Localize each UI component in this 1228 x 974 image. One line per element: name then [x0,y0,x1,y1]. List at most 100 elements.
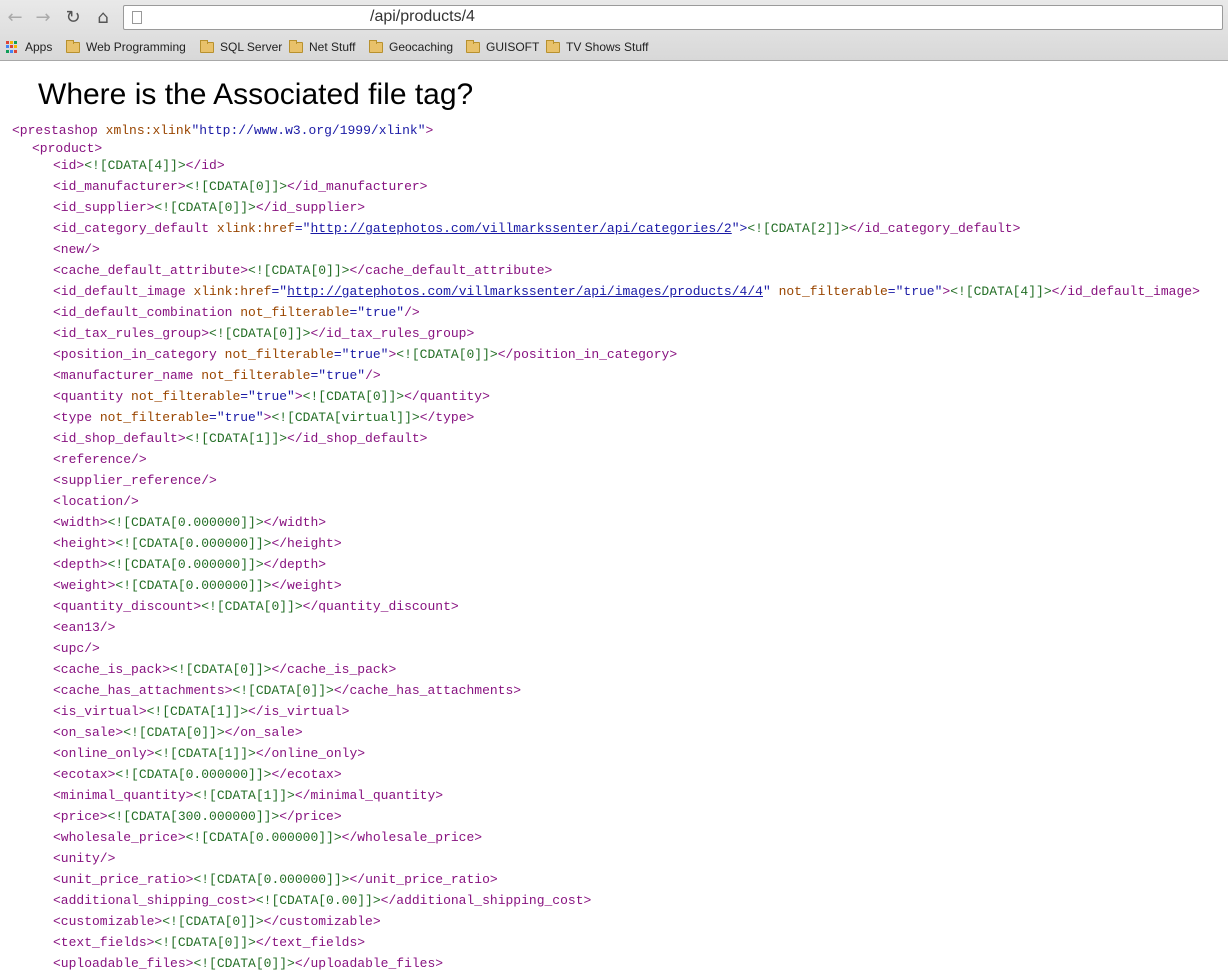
xml-cdata: <![CDATA[0]]> [162,914,264,929]
xml-pre: <weight> [53,578,116,593]
xml-cdata: <![CDATA[0.000000]]> [115,767,272,782]
xml-cdata: <![CDATA[0]]> [154,935,256,950]
xml-line: <width><![CDATA[0.000000]]></width> [53,512,326,533]
xml-post: </id_supplier> [255,200,366,215]
xml-val2: ="true" [209,410,264,425]
xml-line: <id_tax_rules_group><![CDATA[0]]></id_ta… [53,323,474,344]
reload-icon[interactable]: ↻ [62,6,84,28]
bookmark-1[interactable]: Web Programming [66,38,186,56]
xml-pre: <quantity [53,389,124,404]
xml-eq: =" [271,284,288,299]
redacted-host [150,9,364,25]
xml-pre: <cache_default_attribute> [53,263,249,278]
xml-eq: =" [294,221,311,236]
xml-line: <quantity_discount><![CDATA[0]]></quanti… [53,596,459,617]
xml-pre: <cache_has_attachments> [53,683,233,698]
xml-pre: <id_manufacturer> [53,179,186,194]
xml-line: <ecotax><![CDATA[0.000000]]></ecotax> [53,764,342,785]
xml-post: </cache_is_pack> [271,662,397,677]
home-icon[interactable]: ⌂ [92,6,114,28]
xml-pre: <ean13/> [53,620,116,635]
xml-pre: <is_virtual> [53,704,147,719]
xml-pre: <on_sale> [53,725,124,740]
xml-line: <cache_has_attachments><![CDATA[0]]></ca… [53,680,521,701]
xml-pre: <price> [53,809,108,824]
folder-icon [289,39,303,53]
xml-post: </wholesale_price> [341,830,483,845]
apps-grid-icon [6,40,19,54]
xml-line: <id_manufacturer><![CDATA[0]]></id_manuf… [53,176,427,197]
xml-line: <wholesale_price><![CDATA[0.000000]]></w… [53,827,482,848]
forward-arrow-icon[interactable]: → [32,6,54,28]
xml-line: <uploadable_files><![CDATA[0]]></uploada… [53,953,443,974]
xml-line: <id_shop_default><![CDATA[1]]></id_shop_… [53,428,427,449]
xml-eq2: "> [731,221,748,236]
xml-post: </online_only> [255,746,366,761]
xml-line: <reference/> [53,449,147,470]
xml-cdata: <![CDATA[0]]> [123,725,225,740]
xml-line: <id><![CDATA[4]]></id> [53,155,225,176]
xml-pre: <cache_is_pack> [53,662,171,677]
xml-post: </depth> [263,557,327,572]
address-bar[interactable]: /api/products/4 [123,5,1223,30]
xml-pre: <depth> [53,557,108,572]
xml-post: </weight> [271,578,342,593]
xml-root-val: "http://www.w3.org/1999/xlink" [191,123,426,138]
xml-cdata: <![CDATA[1]]> [146,704,249,719]
xml-cdata: <![CDATA[0.000000]]> [193,872,350,887]
bookmark-2[interactable]: SQL Server [200,38,282,56]
xml-cdata: <![CDATA[0]]> [302,389,405,404]
xml-attr2: not_filterable [778,284,888,299]
xml-line: <manufacturer_name not_filterable="true"… [53,365,381,386]
xml-pre: <type [53,410,93,425]
xml-val2: ="true" [333,347,389,362]
xml-pre: <minimal_quantity> [53,788,194,803]
xml-line: <quantity not_filterable="true"><![CDATA… [53,386,490,407]
xml-attr: xlink:href [216,221,295,236]
xml-pre: <id> [53,158,85,173]
xml-href-link[interactable]: http://gatephotos.com/villmarkssenter/ap… [287,284,763,299]
xml-cdata: <![CDATA[0]]> [232,683,334,698]
back-arrow-icon[interactable]: ← [4,6,26,28]
xml-pre: <new/> [53,242,100,257]
xml-val2: ="true" [349,305,405,320]
xml-line: <text_fields><![CDATA[0]]></text_fields> [53,932,365,953]
xml-root-open: <prestashop [12,123,98,138]
xml-line: <additional_shipping_cost><![CDATA[0.00]… [53,890,591,911]
xml-pre: <upc/> [53,641,100,656]
xml-pre: <wholesale_price> [53,830,186,845]
xml-line: <supplier_reference/> [53,470,217,491]
browser-chrome: ← → ↻ ⌂ /api/products/4 Apps Web Programm… [0,0,1228,61]
bookmark-4[interactable]: Geocaching [369,38,453,56]
bookmark-6[interactable]: TV Shows Stuff [546,38,648,56]
xml-post: </unit_price_ratio> [349,872,498,887]
xml-pre: <manufacturer_name [53,368,194,383]
bookmark-5[interactable]: GUISOFT [466,38,539,56]
xml-pre: <text_fields> [53,935,155,950]
xml-line: <new/> [53,239,100,260]
xml-pre: <height> [53,536,116,551]
xml-pre: <id_default_combination [53,305,233,320]
bookmark-0[interactable]: Apps [6,38,52,56]
xml-href-link[interactable]: http://gatephotos.com/villmarkssenter/ap… [310,221,731,236]
bookmark-label: SQL Server [220,40,283,54]
xml-pre: <id_default_image [53,284,186,299]
xml-pre: <width> [53,515,108,530]
xml-post: </on_sale> [224,725,303,740]
xml-cdata: <![CDATA[0.000000]]> [115,578,272,593]
url-path: /api/products/4 [370,8,475,25]
xml-line: <is_virtual><![CDATA[1]]></is_virtual> [53,701,349,722]
xml-cdata: <![CDATA[1]]> [185,431,288,446]
xml-post: </quantity> [404,389,490,404]
xml-attr2: not_filterable [224,347,334,362]
xml-post: </id_tax_rules_group> [310,326,475,341]
xml-post: </quantity_discount> [302,599,459,614]
xml-cdata: <![CDATA[0.000000]]> [107,515,264,530]
xml-post: </minimal_quantity> [294,788,444,803]
bookmark-3[interactable]: Net Stuff [289,38,355,56]
xml-pre: <position_in_category [53,347,217,362]
xml-cdata: <![CDATA[0.000000]]> [115,536,272,551]
xml-val2: ="true" [887,284,943,299]
bookmark-label: Geocaching [389,40,454,54]
xml-gt: > [294,389,303,404]
